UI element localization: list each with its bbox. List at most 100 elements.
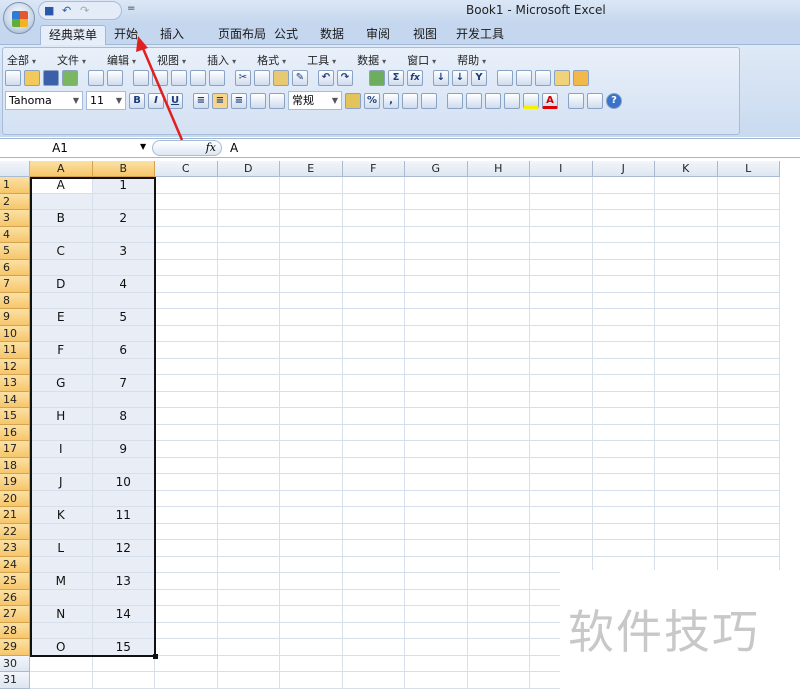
cell-A15[interactable]: H <box>30 408 93 425</box>
cell-L12[interactable] <box>717 358 780 375</box>
cell-D2[interactable] <box>217 193 280 210</box>
column-header-A[interactable]: A <box>30 161 93 177</box>
cell-E21[interactable] <box>280 507 343 524</box>
cell-I12[interactable] <box>530 358 593 375</box>
cell-A26[interactable] <box>30 589 93 606</box>
cell-A16[interactable] <box>30 424 93 441</box>
cell-C12[interactable] <box>155 358 218 375</box>
cell-B25[interactable]: 13 <box>92 573 155 590</box>
cell-D18[interactable] <box>217 457 280 474</box>
cell-I14[interactable] <box>530 391 593 408</box>
cell-D15[interactable] <box>217 408 280 425</box>
cell-A23[interactable]: L <box>30 540 93 557</box>
autosum-icon[interactable]: Σ <box>388 70 404 86</box>
cell-F11[interactable] <box>342 342 405 359</box>
menu-item-3[interactable]: 视图 ▾ <box>157 52 186 68</box>
cell-A17[interactable]: I <box>30 441 93 458</box>
cell-B12[interactable] <box>92 358 155 375</box>
cell-H8[interactable] <box>467 292 530 309</box>
cell-I7[interactable] <box>530 276 593 293</box>
cell-A10[interactable] <box>30 325 93 342</box>
cell-D4[interactable] <box>217 226 280 243</box>
cell-F1[interactable] <box>342 177 405 194</box>
cell-H12[interactable] <box>467 358 530 375</box>
cell-L17[interactable] <box>717 441 780 458</box>
row-header[interactable]: 9 <box>0 309 30 326</box>
row-header[interactable]: 24 <box>0 556 30 573</box>
cell-F24[interactable] <box>342 556 405 573</box>
cell-E3[interactable] <box>280 210 343 227</box>
cell-A9[interactable]: E <box>30 309 93 326</box>
cell-K2[interactable] <box>655 193 718 210</box>
cell-C17[interactable] <box>155 441 218 458</box>
cell-F6[interactable] <box>342 259 405 276</box>
cell-E26[interactable] <box>280 589 343 606</box>
cell-G4[interactable] <box>405 226 468 243</box>
cell-H23[interactable] <box>467 540 530 557</box>
cell-L18[interactable] <box>717 457 780 474</box>
sort-descending-icon[interactable]: ↓ <box>452 70 468 86</box>
cell-B22[interactable] <box>92 523 155 540</box>
tab-5[interactable]: 数据 <box>312 25 352 45</box>
cell-D24[interactable] <box>217 556 280 573</box>
column-header-B[interactable]: B <box>92 161 155 177</box>
cell-E14[interactable] <box>280 391 343 408</box>
cell-G22[interactable] <box>405 523 468 540</box>
cell-I1[interactable] <box>530 177 593 194</box>
cell-C15[interactable] <box>155 408 218 425</box>
cell-D7[interactable] <box>217 276 280 293</box>
cell-I21[interactable] <box>530 507 593 524</box>
cell-B2[interactable] <box>92 193 155 210</box>
cell-D12[interactable] <box>217 358 280 375</box>
formula-input[interactable]: A <box>230 140 238 156</box>
cell-B21[interactable]: 11 <box>92 507 155 524</box>
cell-A25[interactable]: M <box>30 573 93 590</box>
row-header[interactable]: 14 <box>0 391 30 408</box>
cell-J18[interactable] <box>592 457 655 474</box>
cell-L15[interactable] <box>717 408 780 425</box>
cell-G25[interactable] <box>405 573 468 590</box>
cell-I6[interactable] <box>530 259 593 276</box>
cell-C20[interactable] <box>155 490 218 507</box>
cell-G16[interactable] <box>405 424 468 441</box>
cell-F29[interactable] <box>342 639 405 656</box>
align-center-icon[interactable]: ≡ <box>212 92 228 109</box>
menu-item-7[interactable]: 数据 ▾ <box>357 52 386 68</box>
cell-G31[interactable] <box>405 672 468 689</box>
row-header[interactable]: 7 <box>0 276 30 293</box>
cell-D25[interactable] <box>217 573 280 590</box>
cell-G6[interactable] <box>405 259 468 276</box>
cell-K13[interactable] <box>655 375 718 392</box>
cell-G10[interactable] <box>405 325 468 342</box>
cell-B1[interactable]: 1 <box>92 177 155 194</box>
row-header[interactable]: 25 <box>0 573 30 590</box>
cell-K14[interactable] <box>655 391 718 408</box>
row-header[interactable]: 8 <box>0 292 30 309</box>
hyperlink-icon[interactable] <box>369 70 385 86</box>
menu-item-1[interactable]: 文件 ▾ <box>57 52 86 68</box>
cell-G27[interactable] <box>405 606 468 623</box>
cell-H6[interactable] <box>467 259 530 276</box>
cell-L13[interactable] <box>717 375 780 392</box>
menu-item-9[interactable]: 帮助 ▾ <box>457 52 486 68</box>
insert-function-icon[interactable]: fx <box>407 70 423 86</box>
cell-A20[interactable] <box>30 490 93 507</box>
cell-B30[interactable] <box>92 655 155 672</box>
cell-J4[interactable] <box>592 226 655 243</box>
row-header[interactable]: 15 <box>0 408 30 425</box>
cell-B10[interactable] <box>92 325 155 342</box>
cell-I5[interactable] <box>530 243 593 260</box>
select-all-corner[interactable] <box>0 161 30 177</box>
cell-A18[interactable] <box>30 457 93 474</box>
cell-F3[interactable] <box>342 210 405 227</box>
row-header[interactable]: 12 <box>0 358 30 375</box>
cell-B23[interactable]: 12 <box>92 540 155 557</box>
cell-H21[interactable] <box>467 507 530 524</box>
cell-D23[interactable] <box>217 540 280 557</box>
cut-icon[interactable]: ✂ <box>235 70 251 86</box>
cell-C14[interactable] <box>155 391 218 408</box>
cell-A11[interactable]: F <box>30 342 93 359</box>
cell-B17[interactable]: 9 <box>92 441 155 458</box>
cell-L5[interactable] <box>717 243 780 260</box>
cell-E23[interactable] <box>280 540 343 557</box>
